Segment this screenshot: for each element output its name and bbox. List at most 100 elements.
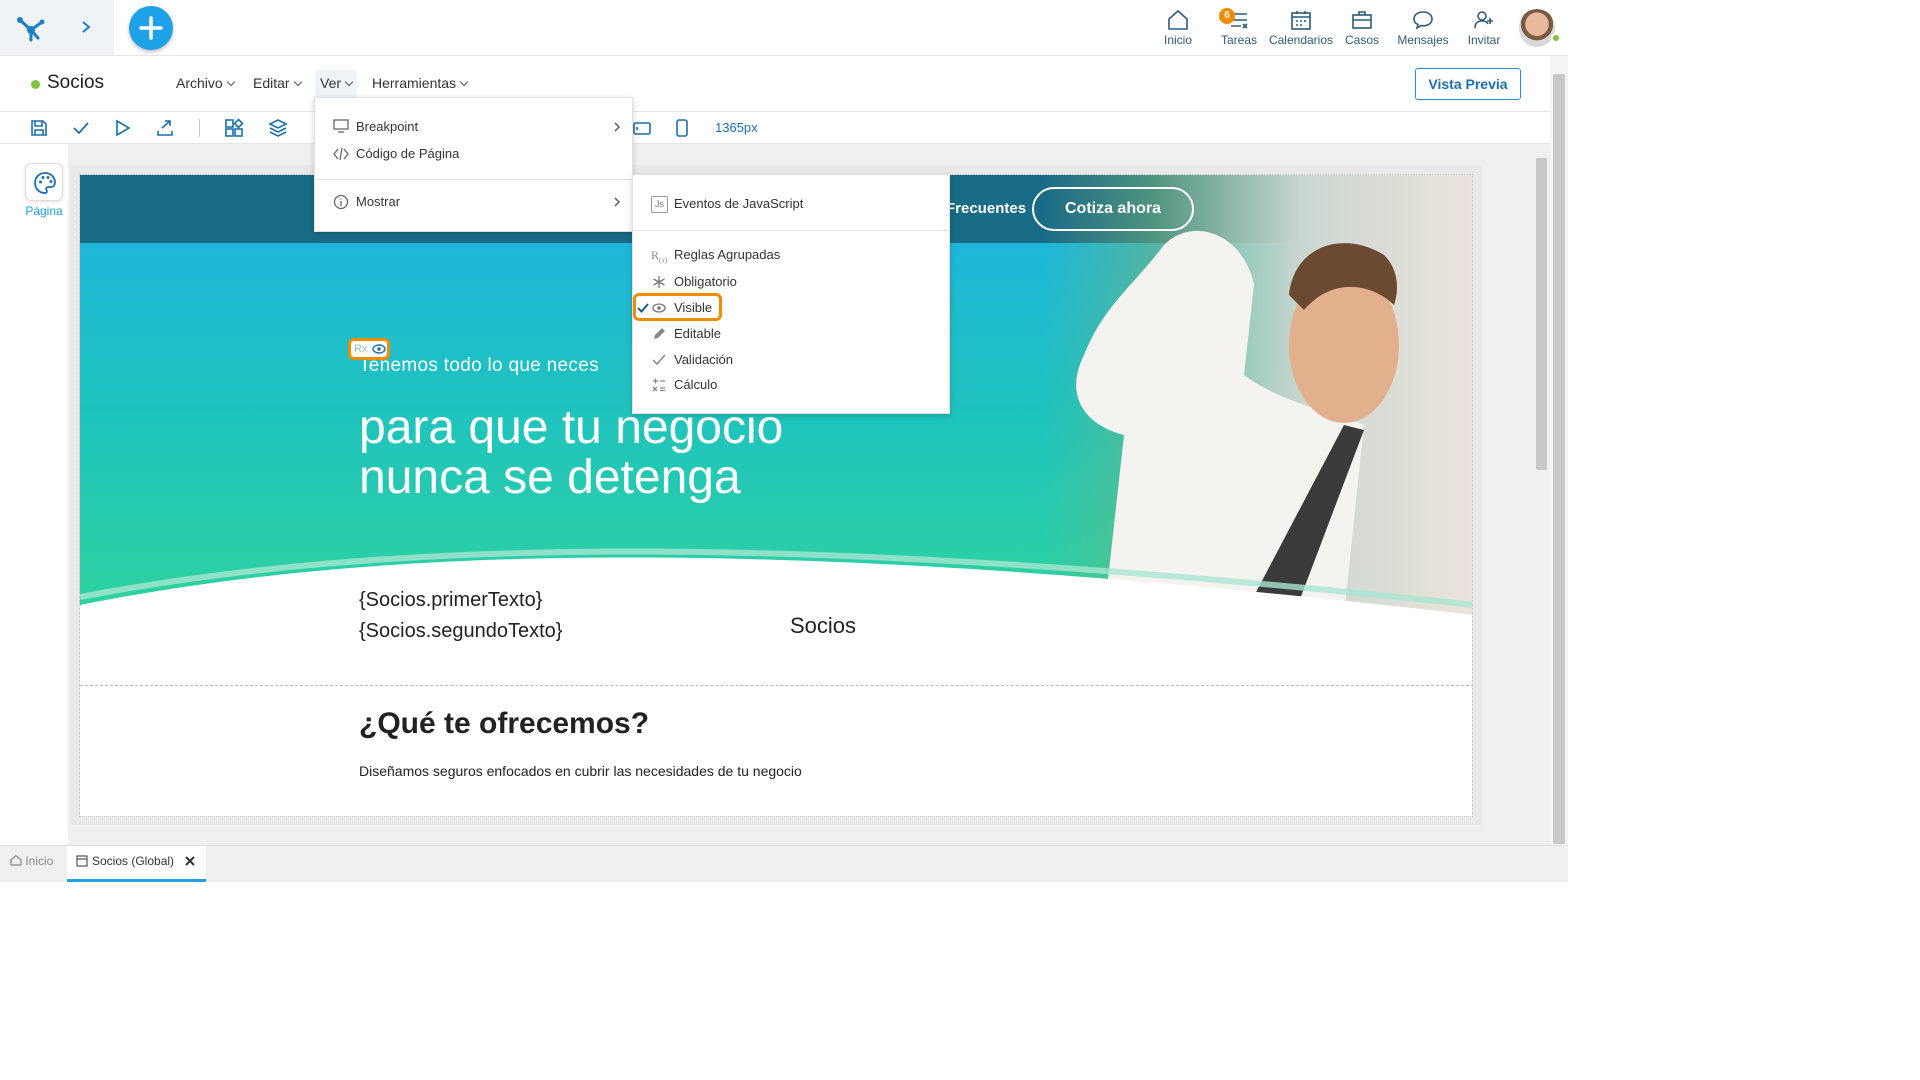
page-style-button[interactable] <box>25 163 63 201</box>
nav-casos[interactable]: Casos <box>1330 8 1394 47</box>
calendar-icon <box>1291 11 1311 30</box>
status-dot <box>31 80 40 89</box>
nav-mensajes[interactable]: Mensajes <box>1391 8 1455 47</box>
placeholder-segundo-texto[interactable]: {Socios.segundoTexto} <box>359 620 563 643</box>
nav-invitar-label: Invitar <box>1467 33 1501 47</box>
submenu-item-obligatorio[interactable]: Obligatorio <box>651 269 931 295</box>
nav-calendarios[interactable]: Calendarios <box>1268 8 1334 47</box>
toolbar-divider <box>199 119 200 137</box>
chevron-down-icon <box>226 77 235 87</box>
submenu-item-js-events-label: Eventos de JavaScript <box>674 196 804 211</box>
pencil-icon <box>654 328 665 339</box>
close-icon[interactable] <box>185 856 195 866</box>
submenu-item-validacion-label: Validación <box>674 352 734 367</box>
hero-title-line2: nunca se detenga <box>359 451 741 504</box>
expand-chevron-icon[interactable] <box>80 20 92 39</box>
preview-button[interactable]: Vista Previa <box>1415 68 1521 100</box>
menu-item-codigo[interactable]: Código de Página <box>333 141 623 167</box>
app-logo-icon[interactable] <box>14 10 48 49</box>
components-icon[interactable] <box>224 118 244 138</box>
asterisk-icon <box>653 276 665 288</box>
submenu-item-editable[interactable]: Editable <box>651 321 931 347</box>
js-icon: Js <box>651 196 668 213</box>
online-status-dot <box>1551 33 1561 43</box>
nav-mensajes-label: Mensajes <box>1397 33 1449 47</box>
section-text[interactable]: Diseñamos seguros enfocados en cubrir la… <box>359 763 802 779</box>
nav-tareas-label: Tareas <box>1220 33 1258 47</box>
monitor-icon <box>333 119 349 133</box>
add-user-icon <box>1474 11 1493 29</box>
menu-editar[interactable]: Editar <box>253 75 302 91</box>
menu-ver-label: Ver <box>320 75 342 91</box>
submenu-item-calculo-label: Cálculo <box>674 377 718 392</box>
page-icon <box>76 855 88 867</box>
nav-calendarios-label: Calendarios <box>1268 33 1334 47</box>
menu-herramientas[interactable]: Herramientas <box>372 75 469 91</box>
nav-invitar[interactable]: Invitar <box>1452 8 1516 47</box>
chevron-right-icon <box>614 197 620 207</box>
tablet-landscape-icon[interactable] <box>632 118 652 138</box>
menu-ver[interactable]: Ver <box>320 75 354 91</box>
rx-label: Rx <box>354 343 368 355</box>
palette-icon <box>34 172 56 194</box>
canvas-scrollbar[interactable] <box>1534 144 1550 845</box>
checkmark-icon <box>637 303 649 313</box>
quote-button[interactable]: Cotiza ahora <box>1032 187 1194 231</box>
chevron-down-icon <box>293 77 302 87</box>
hero-nav-link[interactable]: Frecuentes <box>946 200 1026 217</box>
eye-icon <box>652 303 666 313</box>
placeholder-primer-texto[interactable]: {Socios.primerTexto} <box>359 589 542 612</box>
home-icon <box>10 854 22 866</box>
ver-menu: Breakpoint Código de Página Mostrar <box>314 97 633 232</box>
publish-icon[interactable] <box>155 118 175 138</box>
section-title[interactable]: ¿Qué te ofrecemos? <box>359 707 649 741</box>
info-icon <box>333 194 349 210</box>
menu-archivo[interactable]: Archivo <box>176 75 235 91</box>
menu-item-mostrar[interactable]: Mostrar <box>333 189 623 215</box>
window-scrollbar-thumb[interactable] <box>1553 74 1565 844</box>
window-scrollbar[interactable] <box>1550 56 1568 845</box>
tab-inicio[interactable]: Inicio <box>10 854 53 868</box>
submenu-item-reglas[interactable]: R(x) Reglas Agrupadas <box>651 242 931 268</box>
chevron-down-icon <box>459 77 469 87</box>
nav-inicio-label: Inicio <box>1163 33 1192 47</box>
avatar[interactable] <box>1519 9 1555 47</box>
new-button[interactable] <box>129 6 173 50</box>
tab-socios-global[interactable]: Socios (Global) <box>67 846 206 882</box>
submenu-item-js-events[interactable]: Js Eventos de JavaScript <box>651 191 931 217</box>
save-icon[interactable] <box>29 118 49 138</box>
tab-socios-global-label: Socios (Global) <box>92 854 175 868</box>
submenu-item-editable-label: Editable <box>674 326 721 341</box>
hero-subtitle[interactable]: Tenemos todo lo que neces <box>359 355 599 377</box>
check-icon[interactable] <box>71 118 91 138</box>
submenu-item-reglas-label: Reglas Agrupadas <box>674 247 781 262</box>
canvas-scrollbar-thumb[interactable] <box>1536 158 1547 470</box>
home-icon <box>1168 9 1188 30</box>
rule-chip[interactable]: Rx <box>348 338 390 360</box>
submenu-item-visible[interactable]: Visible <box>637 295 931 321</box>
run-icon[interactable] <box>113 118 133 138</box>
layers-icon[interactable] <box>268 118 288 138</box>
left-panel <box>0 144 68 845</box>
menu-editar-label: Editar <box>253 75 290 91</box>
code-icon <box>333 147 349 161</box>
menu-item-codigo-label: Código de Página <box>356 146 460 161</box>
submenu-item-calculo[interactable]: Cálculo <box>651 372 931 398</box>
chevron-down-icon <box>344 77 354 87</box>
nav-inicio[interactable]: Inicio <box>1146 8 1210 47</box>
menu-herramientas-label: Herramientas <box>372 75 457 91</box>
tab-inicio-label: Inicio <box>25 854 54 868</box>
menu-item-breakpoint[interactable]: Breakpoint <box>333 114 623 140</box>
socios-label[interactable]: Socios <box>790 613 856 639</box>
menu-item-breakpoint-label: Breakpoint <box>356 119 419 134</box>
nav-tareas[interactable]: Tareas <box>1207 8 1271 47</box>
tasks-badge: 6 <box>1219 8 1235 24</box>
chevron-right-icon <box>614 122 620 132</box>
breakpoint-width[interactable]: 1365px <box>715 120 758 135</box>
submenu-item-validacion[interactable]: Validación <box>651 347 931 373</box>
mobile-icon[interactable] <box>672 118 692 138</box>
chat-icon <box>1413 11 1433 30</box>
page-title: Socios <box>47 72 105 93</box>
submenu-separator <box>633 230 949 231</box>
hero-title[interactable]: para que tu negocio nunca se detenga <box>359 403 959 503</box>
